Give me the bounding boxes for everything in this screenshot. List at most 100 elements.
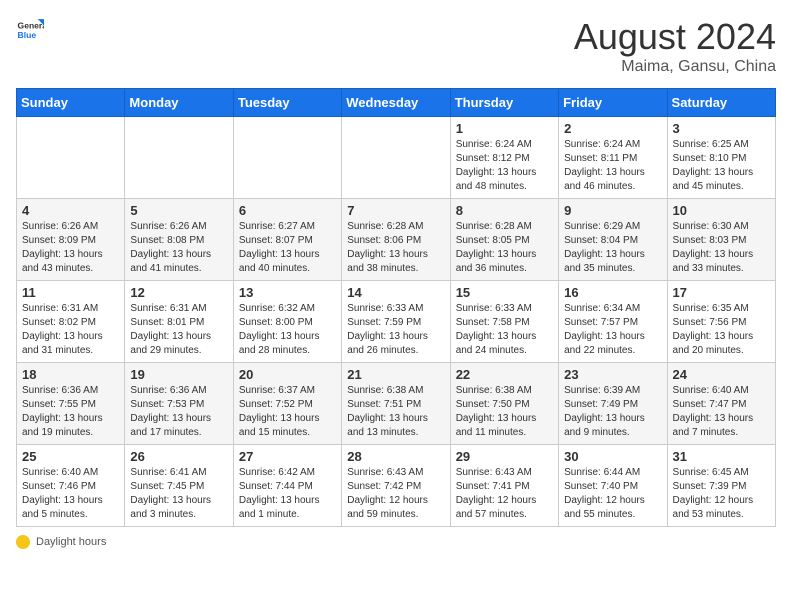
- day-info: Sunrise: 6:37 AM Sunset: 7:52 PM Dayligh…: [239, 384, 336, 440]
- day-info: Sunrise: 6:42 AM Sunset: 7:44 PM Dayligh…: [239, 466, 336, 522]
- calendar-table: SundayMondayTuesdayWednesdayThursdayFrid…: [16, 88, 776, 527]
- day-info: Sunrise: 6:31 AM Sunset: 8:01 PM Dayligh…: [130, 302, 227, 358]
- day-number: 2: [564, 121, 661, 136]
- day-number: 12: [130, 285, 227, 300]
- day-number: 29: [456, 449, 553, 464]
- day-number: 10: [673, 203, 770, 218]
- calendar-cell: 10 Sunrise: 6:30 AM Sunset: 8:03 PM Dayli…: [667, 199, 775, 281]
- day-info: Sunrise: 6:36 AM Sunset: 7:53 PM Dayligh…: [130, 384, 227, 440]
- day-number: 22: [456, 367, 553, 382]
- day-info: Sunrise: 6:27 AM Sunset: 8:07 PM Dayligh…: [239, 220, 336, 276]
- day-info: Sunrise: 6:26 AM Sunset: 8:08 PM Dayligh…: [130, 220, 227, 276]
- calendar-cell: 20 Sunrise: 6:37 AM Sunset: 7:52 PM Dayli…: [233, 363, 341, 445]
- day-info: Sunrise: 6:25 AM Sunset: 8:10 PM Dayligh…: [673, 138, 770, 194]
- calendar-cell: [342, 117, 450, 199]
- weekday-header-wednesday: Wednesday: [342, 89, 450, 117]
- calendar-week-2: 4Sunrise: 6:26 AM Sunset: 8:09 PM Daylig…: [17, 199, 776, 281]
- day-number: 1: [456, 121, 553, 136]
- logo: General Blue: [16, 16, 44, 44]
- svg-text:General: General: [18, 20, 44, 30]
- calendar-cell: 17 Sunrise: 6:35 AM Sunset: 7:56 PM Dayli…: [667, 281, 775, 363]
- day-info: Sunrise: 6:40 AM Sunset: 7:46 PM Dayligh…: [22, 466, 119, 522]
- day-number: 15: [456, 285, 553, 300]
- calendar-cell: 21 Sunrise: 6:38 AM Sunset: 7:51 PM Dayli…: [342, 363, 450, 445]
- footer-note: Daylight hours: [16, 535, 776, 549]
- day-info: Sunrise: 6:44 AM Sunset: 7:40 PM Dayligh…: [564, 466, 661, 522]
- calendar-cell: 28Sunrise: 6:43 AM Sunset: 7:42 PM Dayli…: [342, 445, 450, 527]
- day-number: 6: [239, 203, 336, 218]
- day-info: Sunrise: 6:29 AM Sunset: 8:04 PM Dayligh…: [564, 220, 661, 276]
- weekday-header-thursday: Thursday: [450, 89, 558, 117]
- calendar-cell: 7 Sunrise: 6:28 AM Sunset: 8:06 PM Daylig…: [342, 199, 450, 281]
- day-info: Sunrise: 6:45 AM Sunset: 7:39 PM Dayligh…: [673, 466, 770, 522]
- calendar-cell: 15 Sunrise: 6:33 AM Sunset: 7:58 PM Dayli…: [450, 281, 558, 363]
- calendar-cell: 4Sunrise: 6:26 AM Sunset: 8:09 PM Daylig…: [17, 199, 125, 281]
- day-info: Sunrise: 6:34 AM Sunset: 7:57 PM Dayligh…: [564, 302, 661, 358]
- calendar-cell: [233, 117, 341, 199]
- calendar-cell: 3Sunrise: 6:25 AM Sunset: 8:10 PM Daylig…: [667, 117, 775, 199]
- daylight-label: Daylight hours: [36, 536, 106, 548]
- calendar-cell: 27 Sunrise: 6:42 AM Sunset: 7:44 PM Dayli…: [233, 445, 341, 527]
- calendar-cell: 1Sunrise: 6:24 AM Sunset: 8:12 PM Daylig…: [450, 117, 558, 199]
- day-number: 23: [564, 367, 661, 382]
- calendar-cell: 16 Sunrise: 6:34 AM Sunset: 7:57 PM Dayli…: [559, 281, 667, 363]
- day-info: Sunrise: 6:39 AM Sunset: 7:49 PM Dayligh…: [564, 384, 661, 440]
- location-subtitle: Maima, Gansu, China: [574, 58, 776, 76]
- weekday-header-tuesday: Tuesday: [233, 89, 341, 117]
- calendar-week-3: 11Sunrise: 6:31 AM Sunset: 8:02 PM Dayli…: [17, 281, 776, 363]
- calendar-cell: 26Sunrise: 6:41 AM Sunset: 7:45 PM Dayli…: [125, 445, 233, 527]
- day-info: Sunrise: 6:31 AM Sunset: 8:02 PM Dayligh…: [22, 302, 119, 358]
- day-number: 21: [347, 367, 444, 382]
- calendar-cell: 24 Sunrise: 6:40 AM Sunset: 7:47 PM Dayli…: [667, 363, 775, 445]
- calendar-cell: [17, 117, 125, 199]
- day-number: 24: [673, 367, 770, 382]
- calendar-cell: 22 Sunrise: 6:38 AM Sunset: 7:50 PM Dayli…: [450, 363, 558, 445]
- day-number: 25: [22, 449, 119, 464]
- day-number: 9: [564, 203, 661, 218]
- day-number: 14: [347, 285, 444, 300]
- calendar-cell: 29Sunrise: 6:43 AM Sunset: 7:41 PM Dayli…: [450, 445, 558, 527]
- weekday-header-friday: Friday: [559, 89, 667, 117]
- day-number: 16: [564, 285, 661, 300]
- day-info: Sunrise: 6:26 AM Sunset: 8:09 PM Dayligh…: [22, 220, 119, 276]
- calendar-cell: 11Sunrise: 6:31 AM Sunset: 8:02 PM Dayli…: [17, 281, 125, 363]
- calendar-cell: 30 Sunrise: 6:44 AM Sunset: 7:40 PM Dayli…: [559, 445, 667, 527]
- sun-icon: [16, 535, 30, 549]
- day-number: 7: [347, 203, 444, 218]
- calendar-cell: 13Sunrise: 6:32 AM Sunset: 8:00 PM Dayli…: [233, 281, 341, 363]
- day-number: 27: [239, 449, 336, 464]
- day-number: 17: [673, 285, 770, 300]
- calendar-cell: 31 Sunrise: 6:45 AM Sunset: 7:39 PM Dayli…: [667, 445, 775, 527]
- calendar-cell: 23 Sunrise: 6:39 AM Sunset: 7:49 PM Dayli…: [559, 363, 667, 445]
- day-number: 30: [564, 449, 661, 464]
- day-info: Sunrise: 6:32 AM Sunset: 8:00 PM Dayligh…: [239, 302, 336, 358]
- day-number: 31: [673, 449, 770, 464]
- day-number: 8: [456, 203, 553, 218]
- day-info: Sunrise: 6:30 AM Sunset: 8:03 PM Dayligh…: [673, 220, 770, 276]
- day-info: Sunrise: 6:33 AM Sunset: 7:58 PM Dayligh…: [456, 302, 553, 358]
- svg-text:Blue: Blue: [18, 30, 37, 40]
- day-info: Sunrise: 6:28 AM Sunset: 8:06 PM Dayligh…: [347, 220, 444, 276]
- day-info: Sunrise: 6:40 AM Sunset: 7:47 PM Dayligh…: [673, 384, 770, 440]
- weekday-header-monday: Monday: [125, 89, 233, 117]
- calendar-cell: 12 Sunrise: 6:31 AM Sunset: 8:01 PM Dayli…: [125, 281, 233, 363]
- logo-icon: General Blue: [16, 16, 44, 44]
- calendar-cell: 8 Sunrise: 6:28 AM Sunset: 8:05 PM Daylig…: [450, 199, 558, 281]
- calendar-cell: 14 Sunrise: 6:33 AM Sunset: 7:59 PM Dayli…: [342, 281, 450, 363]
- day-number: 20: [239, 367, 336, 382]
- day-number: 19: [130, 367, 227, 382]
- day-info: Sunrise: 6:41 AM Sunset: 7:45 PM Dayligh…: [130, 466, 227, 522]
- day-info: Sunrise: 6:38 AM Sunset: 7:51 PM Dayligh…: [347, 384, 444, 440]
- calendar-cell: 18Sunrise: 6:36 AM Sunset: 7:55 PM Dayli…: [17, 363, 125, 445]
- day-info: Sunrise: 6:43 AM Sunset: 7:42 PM Dayligh…: [347, 466, 444, 522]
- day-info: Sunrise: 6:33 AM Sunset: 7:59 PM Dayligh…: [347, 302, 444, 358]
- calendar-cell: 6 Sunrise: 6:27 AM Sunset: 8:07 PM Daylig…: [233, 199, 341, 281]
- day-info: Sunrise: 6:38 AM Sunset: 7:50 PM Dayligh…: [456, 384, 553, 440]
- calendar-cell: 2Sunrise: 6:24 AM Sunset: 8:11 PM Daylig…: [559, 117, 667, 199]
- day-info: Sunrise: 6:35 AM Sunset: 7:56 PM Dayligh…: [673, 302, 770, 358]
- calendar-cell: 9 Sunrise: 6:29 AM Sunset: 8:04 PM Daylig…: [559, 199, 667, 281]
- day-info: Sunrise: 6:28 AM Sunset: 8:05 PM Dayligh…: [456, 220, 553, 276]
- calendar-cell: 25 Sunrise: 6:40 AM Sunset: 7:46 PM Dayli…: [17, 445, 125, 527]
- day-number: 18: [22, 367, 119, 382]
- title-block: August 2024 Maima, Gansu, China: [574, 16, 776, 76]
